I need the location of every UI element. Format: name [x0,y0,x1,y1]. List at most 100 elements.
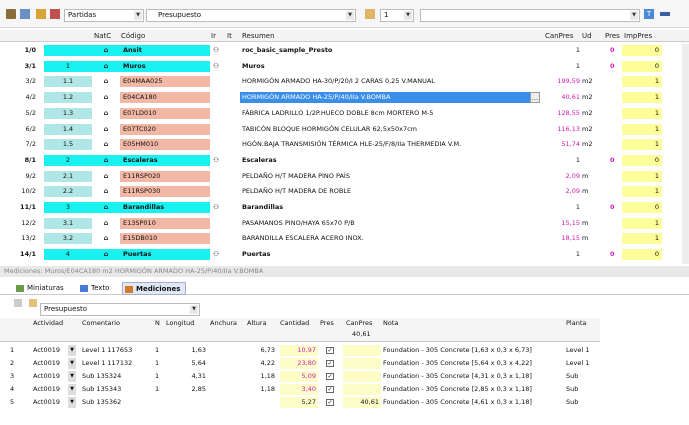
text-icon[interactable]: T [644,9,654,19]
mcol-anchura[interactable]: Anchura [210,318,237,329]
mrow-floor[interactable]: Level 1 [566,358,596,369]
mcol-longitud[interactable]: Longitud [166,318,194,329]
measure-row[interactable]: 5 Act0019 ▼ Sub 135362 5,27 ✓ 40,61 Foundation … [0,397,600,408]
activity-dropdown-icon[interactable]: ▼ [68,345,76,356]
activity-dropdown-icon[interactable]: ▼ [68,384,76,395]
mrow-activity[interactable]: Act0019 [33,384,67,395]
mrow-comment[interactable]: Level 1 117132 [82,358,152,369]
bookmark-icon-2[interactable] [29,299,37,307]
mrow-width[interactable] [210,384,240,395]
table-row[interactable]: 13/2 3.2 ⌂ E15DB010 BARANDILLA ESCALERA ACER… [0,233,689,245]
mrow-length[interactable]: 4,31 [186,371,206,382]
col-ir[interactable]: Ir [211,30,216,42]
table-row[interactable]: 14/1 4 ⌂ Puertas ⚇ Puertas 1 0 0 [0,249,689,261]
row-summary[interactable]: Puertas [240,249,540,260]
pres-checkbox[interactable]: ✓ [326,347,334,354]
bookmark-icon[interactable] [365,9,375,19]
row-summary[interactable]: Barandillas [240,202,540,213]
pres-checkbox[interactable]: ✓ [326,399,334,406]
mcol-n[interactable]: N [155,318,160,329]
row-summary[interactable]: Muros [240,61,540,72]
row-summary[interactable]: PELDAÑO H/T MADERA DE ROBLE [240,186,540,197]
mrow-height[interactable] [250,397,275,408]
mrow-floor[interactable]: Level 1 [566,345,596,356]
activity-dropdown-icon[interactable]: ▼ [68,397,76,408]
mrow-height[interactable]: 1,18 [250,371,275,382]
view-combo[interactable]: Partidas ▼ [64,9,144,22]
mcol-planta[interactable]: Planta [566,318,586,329]
mrow-n[interactable]: 1 [155,384,159,395]
col-imppres[interactable]: ImpPres [624,30,652,42]
table-row[interactable]: 12/2 3.1 ⌂ E13SP010 PASAMANOS PINO/HAYA 65x7… [0,217,689,229]
measure-combo[interactable]: Presupuesto ▼ [40,303,200,316]
measure-row[interactable]: 3 Act0019 ▼ Sub 135324 1 4,31 1,18 5,09 ✓ Foundat… [0,371,600,382]
table-row[interactable]: 1/0 ⌂ Ansit ⚇ roc_basic_sample_Presto 1 0 0 [0,45,689,56]
mrow-activity[interactable]: Act0019 [33,397,67,408]
row-summary[interactable]: Escaleras [240,155,540,166]
measure-row[interactable]: 1 Act0019 ▼ Level 1 117653 1 1,63 6,73 10,97 ✓ Fo… [0,345,600,356]
mrow-floor[interactable]: Sub [566,384,596,395]
mcol-nota[interactable]: Nota [383,318,398,329]
mrow-note[interactable]: Foundation - 305 Concrete [2,85 x 0,3 x … [383,384,563,395]
mrow-floor[interactable]: Sub [566,397,596,408]
edit-button[interactable]: … [530,92,540,104]
row-summary[interactable]: BARANDILLA ESCALERA ACERO INOX. [240,233,540,244]
mcol-actividad[interactable]: Actividad [33,318,63,329]
table-row[interactable]: 6/2 1.4 ⌂ E07TC020 TABICÓN BLOQUE HORMIGÓN C… [0,123,689,135]
mcol-comentario[interactable]: Comentario [82,318,120,329]
col-canpres[interactable]: CanPres [545,30,573,42]
mrow-height[interactable]: 4,22 [250,358,275,369]
mrow-height[interactable]: 1,18 [250,384,275,395]
mcol-canpres[interactable]: CanPres [346,318,372,329]
mrow-n[interactable]: 1 [155,371,159,382]
table-row[interactable]: 3/2 1.1 ⌂ E04MAA025 HORMIGÓN ARMADO HA-30/P/… [0,76,689,88]
col-natc[interactable]: NatC [94,30,111,42]
mcol-pres[interactable]: Pres [320,318,334,329]
activity-dropdown-icon[interactable]: ▼ [68,371,76,382]
row-summary[interactable]: HGÓN.BAJA TRANSMISIÓN TÉRMICA HLE-25/F/8… [240,139,540,150]
col-ud[interactable]: Ud [582,30,592,42]
menu-icon[interactable] [660,12,670,16]
mcol-cantidad[interactable]: Cantidad [280,318,309,329]
tree-icon[interactable] [6,9,16,19]
row-summary[interactable]: PELDAÑO H/T MADERA PINO PAÍS [240,171,540,182]
filter-icon-2[interactable] [14,299,22,307]
mrow-activity[interactable]: Act0019 [33,358,67,369]
table-row[interactable]: 8/1 2 ⌂ Escaleras ⚇ Escaleras 1 0 0 [0,154,689,166]
row-summary[interactable]: FÁBRICA LADRILLO 1/2P.HUECO DOBLE 8cm MO… [240,108,540,119]
col-pres[interactable]: Pres [605,30,620,42]
mcol-altura[interactable]: Altura [247,318,267,329]
table-row[interactable]: 4/2 1.2 ⌂ E04CA180 HORMIGÓN ARMADO HA-25/P/4… [0,92,689,104]
mrow-width[interactable] [210,397,240,408]
mrow-length[interactable]: 5,64 [186,358,206,369]
mrow-n[interactable]: 1 [155,345,159,356]
row-summary[interactable]: HORMIGÓN ARMADO HA-25/P/40/IIa V.BOMBA [240,92,530,104]
mrow-length[interactable] [186,397,206,408]
mrow-length[interactable]: 1,63 [186,345,206,356]
mrow-activity[interactable]: Act0019 [33,371,67,382]
row-summary[interactable]: HORMIGÓN ARMADO HA-30/P/20/I 2 CARAS 0,2… [240,76,540,87]
col-resumen[interactable]: Resumen [242,30,275,42]
col-it[interactable]: It [227,30,232,42]
pres-checkbox[interactable]: ✓ [326,386,334,393]
table-row[interactable]: 5/2 1.3 ⌂ E07LD010 FÁBRICA LADRILLO 1/2P.HUE… [0,107,689,119]
filter-icon[interactable] [36,9,46,19]
mrow-comment[interactable]: Sub 135324 [82,371,152,382]
edit-icon[interactable] [50,9,60,19]
mrow-height[interactable]: 6,73 [250,345,275,356]
activity-dropdown-icon[interactable]: ▼ [68,358,76,369]
col-codigo[interactable]: Código [121,30,145,42]
measure-row[interactable]: 4 Act0019 ▼ Sub 135343 1 2,85 1,18 3,40 ✓ Foundat… [0,384,600,395]
expand-icon[interactable] [20,9,30,19]
scheme-combo[interactable]: Presupuesto ▼ [146,9,356,22]
measure-row[interactable]: 2 Act0019 ▼ Level 1 117132 1 5,64 4,22 23,80 ✓ Fo… [0,358,600,369]
table-row[interactable]: 9/2 2.1 ⌂ E11RSP020 PELDAÑO H/T MADERA PINO … [0,170,689,182]
mrow-comment[interactable]: Sub 135362 [82,397,152,408]
mrow-note[interactable]: Foundation - 305 Concrete [5,64 x 0,3 x … [383,358,563,369]
mrow-note[interactable]: Foundation - 305 Concrete [4,61 x 0,3 x … [383,397,563,408]
table-row[interactable]: 7/2 1.5 ⌂ E05HM010 HGÓN.BAJA TRANSMISIÓN TÉR… [0,139,689,151]
tab-texto[interactable]: Texto [78,282,109,295]
scrollbar[interactable] [682,44,689,264]
mrow-length[interactable]: 2,85 [186,384,206,395]
table-row[interactable]: 3/1 1 ⌂ Muros ⚇ Muros 1 0 0 [0,60,689,72]
